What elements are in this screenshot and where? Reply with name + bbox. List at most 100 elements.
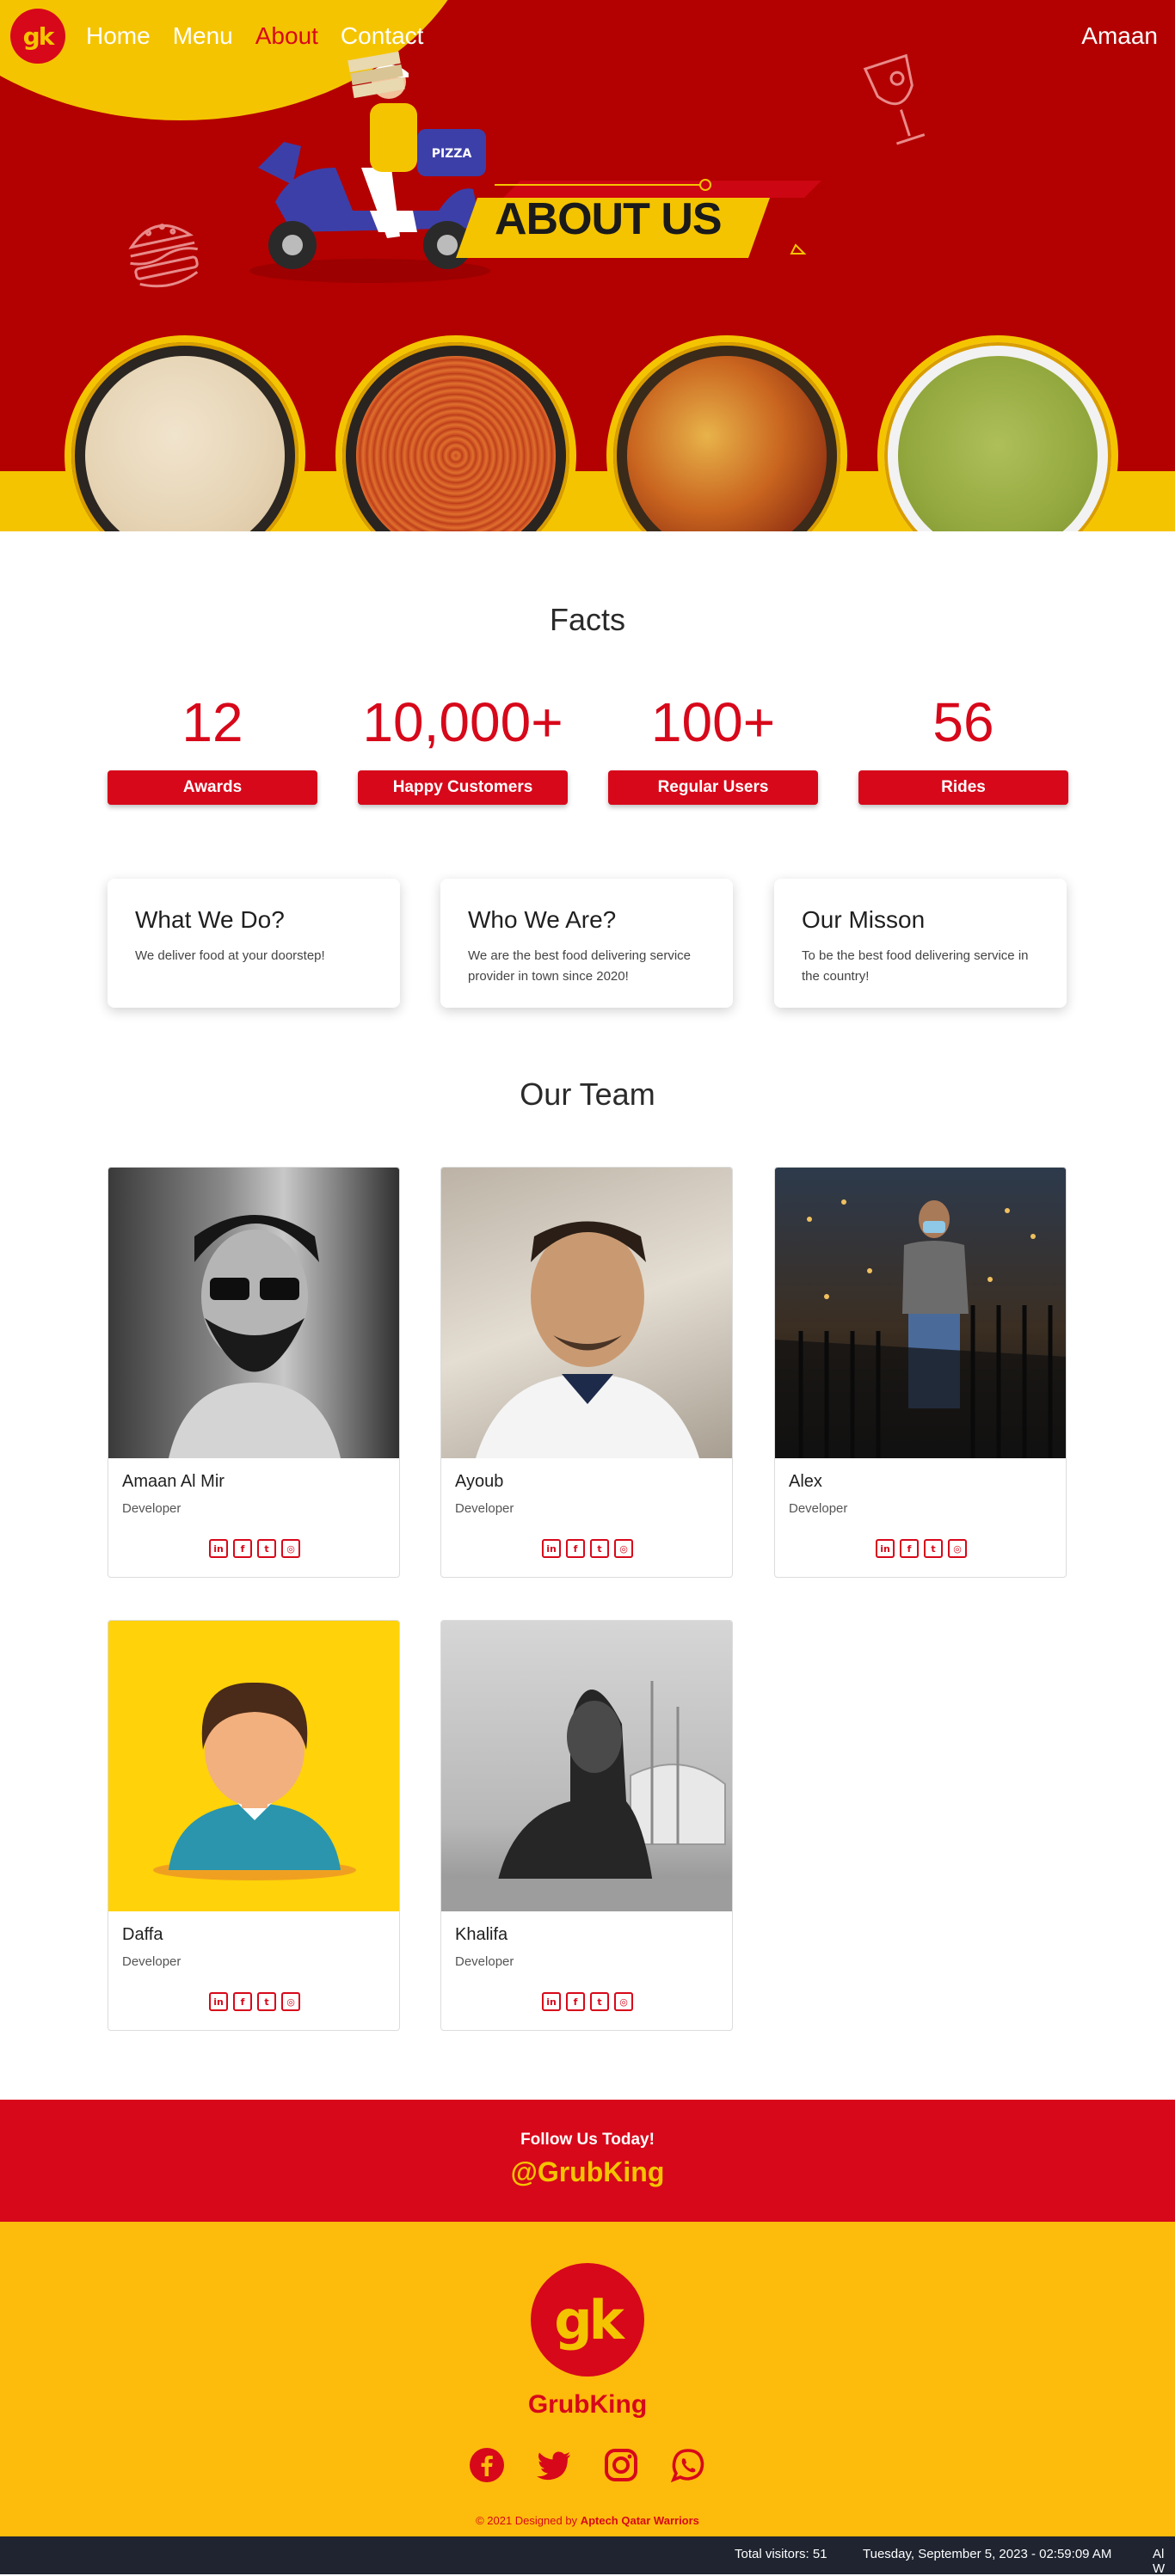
member-social-links: in f t ◎	[441, 1539, 732, 1558]
info-card-title: What We Do?	[135, 906, 285, 933]
member-social-links: in f t ◎	[108, 1539, 399, 1558]
fact-label: Regular Users	[608, 770, 818, 805]
member-photo	[108, 1168, 399, 1458]
scooter-box-label: PIZZA	[432, 147, 472, 161]
twitter-icon[interactable]: t	[590, 1539, 609, 1558]
facebook-icon[interactable]: f	[900, 1539, 919, 1558]
member-role: Developer	[789, 1501, 848, 1516]
fact-value: 100+	[650, 691, 776, 753]
team-card-daffa: Daffa Developer in f t ◎	[108, 1620, 400, 2031]
facebook-icon[interactable]: f	[566, 1539, 585, 1558]
fact-label: Rides	[858, 770, 1068, 805]
instagram-icon[interactable]: ◎	[948, 1539, 967, 1558]
team-card-alex: Alex Developer in f t ◎	[774, 1167, 1067, 1578]
instagram-icon[interactable]: ◎	[614, 1539, 633, 1558]
facebook-icon[interactable]	[469, 2447, 505, 2483]
linkedin-icon[interactable]: in	[209, 1992, 228, 2011]
info-card-title: Who We Are?	[468, 906, 617, 933]
member-role: Developer	[122, 1501, 181, 1516]
burger-outline-icon	[128, 224, 199, 288]
linkedin-icon[interactable]: in	[542, 1992, 561, 2011]
nav-link-contact[interactable]: Contact	[341, 22, 424, 50]
twitter-icon[interactable]: t	[924, 1539, 943, 1558]
team-card-khalifa: Khalifa Developer in f t ◎	[440, 1620, 733, 2031]
facts-title: Facts	[549, 602, 625, 637]
member-avatar-image	[108, 1621, 399, 1911]
member-social-links: in f t ◎	[108, 1992, 399, 2011]
footer-brand-name: GrubKing	[527, 2390, 648, 2419]
follow-handle-link[interactable]: @GrubKing	[0, 2156, 1175, 2188]
linkedin-icon[interactable]: in	[876, 1539, 895, 1558]
fact-label: Awards	[108, 770, 317, 805]
footer-social-links	[0, 2447, 1175, 2483]
site-logo[interactable]: gk	[10, 9, 65, 64]
instagram-icon[interactable]: ◎	[281, 1992, 300, 2011]
twitter-icon[interactable]: t	[590, 1992, 609, 2011]
member-social-links: in f t ◎	[775, 1539, 1066, 1558]
info-card-who-we-are: Who We Are? We are the best food deliver…	[440, 879, 733, 1008]
nav-user-name[interactable]: Amaan	[1081, 22, 1158, 50]
ticker-trailing-text: Al W	[1153, 2547, 1166, 2576]
facebook-icon[interactable]: f	[233, 1992, 252, 2011]
instagram-icon[interactable]: ◎	[281, 1539, 300, 1558]
fact-value: 56	[932, 691, 994, 753]
fact-value: 12	[181, 691, 243, 753]
facebook-icon[interactable]: f	[233, 1539, 252, 1558]
member-photo	[441, 1621, 732, 1911]
visitor-count: Total visitors: 51	[735, 2547, 827, 2561]
member-name: Alex	[789, 1472, 822, 1491]
member-photo	[775, 1168, 1066, 1458]
team-card-ayoub: Ayoub Developer in f t ◎	[440, 1167, 733, 1578]
soup-bowl-image	[65, 335, 305, 531]
fact-rides: 56 Rides	[858, 688, 1068, 805]
nav-link-menu[interactable]: Menu	[173, 22, 233, 50]
nav-link-about[interactable]: About	[255, 22, 318, 50]
member-photo	[441, 1168, 732, 1458]
twitter-icon[interactable]: t	[257, 1992, 276, 2011]
pizza-image	[606, 335, 847, 531]
facebook-icon[interactable]: f	[566, 1992, 585, 2011]
fact-value: 10,000+	[362, 691, 563, 753]
team-card-amaan: Amaan Al Mir Developer in f t ◎	[108, 1167, 400, 1578]
follow-heading: Follow Us Today!	[520, 2131, 655, 2149]
copyright-text: © 2021 Designed by Aptech Qatar Warriors	[476, 2514, 699, 2527]
spaghetti-bowl-image	[335, 335, 576, 531]
instagram-icon[interactable]: ◎	[614, 1992, 633, 2011]
whatsapp-icon[interactable]	[670, 2447, 706, 2483]
nav-link-home[interactable]: Home	[86, 22, 151, 50]
site-footer: gk GrubKing © 2021 Designed by Aptech Qa…	[0, 2222, 1175, 2536]
nav-links: Home Menu About Contact	[86, 22, 423, 50]
linkedin-icon[interactable]: in	[542, 1539, 561, 1558]
fact-happy-customers: 10,000+ Happy Customers	[358, 688, 568, 805]
fact-regular-users: 100+ Regular Users	[608, 688, 818, 805]
copyright-author-link[interactable]: Aptech Qatar Warriors	[581, 2514, 699, 2527]
footer-logo[interactable]: gk	[531, 2263, 644, 2377]
status-ticker-bar: Total visitors: 51 Tuesday, September 5,…	[0, 2536, 1175, 2576]
hero-section: PIZZA ABOUT US gk Home Menu About Contac…	[0, 0, 1175, 531]
member-name: Khalifa	[455, 1925, 508, 1944]
page-title: ABOUT US	[495, 194, 723, 244]
instagram-icon[interactable]	[603, 2447, 639, 2483]
team-title: Our Team	[520, 1076, 655, 1112]
linkedin-icon[interactable]: in	[209, 1539, 228, 1558]
follow-us-section: Follow Us Today! @GrubKing	[0, 2100, 1175, 2222]
current-datetime: Tuesday, September 5, 2023 - 02:59:09 AM	[863, 2547, 1112, 2561]
member-name: Ayoub	[455, 1472, 504, 1491]
info-card-text: We are the best food delivering service …	[468, 948, 692, 984]
member-role: Developer	[455, 1501, 514, 1516]
member-role: Developer	[122, 1954, 181, 1969]
twitter-icon[interactable]: t	[257, 1539, 276, 1558]
member-role: Developer	[455, 1954, 514, 1969]
info-card-text: We deliver food at your doorstep!	[135, 948, 325, 963]
green-soup-bowl-image	[877, 335, 1118, 531]
info-card-title: Our Misson	[802, 906, 926, 933]
info-card-our-mission: Our Misson To be the best food deliverin…	[774, 879, 1067, 1008]
info-card-what-we-do: What We Do? We deliver food at your door…	[108, 879, 400, 1008]
info-card-text: To be the best food delivering service i…	[802, 948, 1029, 984]
fact-awards: 12 Awards	[108, 688, 317, 805]
fact-label: Happy Customers	[358, 770, 568, 805]
twitter-icon[interactable]	[536, 2447, 572, 2483]
member-social-links: in f t ◎	[441, 1992, 732, 2011]
member-name: Amaan Al Mir	[122, 1472, 225, 1491]
member-name: Daffa	[122, 1925, 163, 1944]
